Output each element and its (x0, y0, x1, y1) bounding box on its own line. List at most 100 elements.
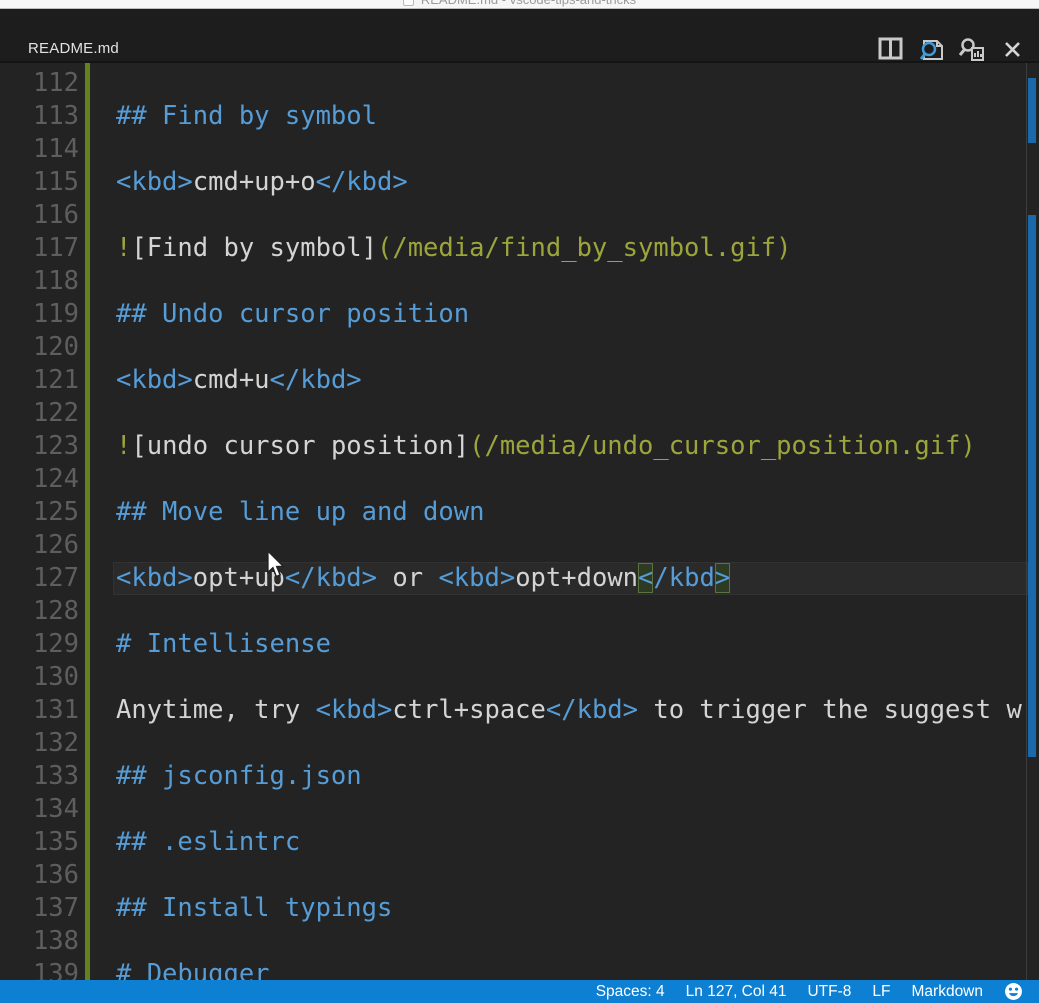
line-number[interactable]: 137 (0, 892, 79, 925)
line-number[interactable]: 127 (0, 562, 79, 595)
code-token: <kbd> (438, 563, 515, 593)
editor-line[interactable]: 122 (0, 397, 1039, 430)
line-number[interactable]: 131 (0, 694, 79, 727)
editor-line[interactable]: 135 ## .eslintrc (0, 826, 1039, 859)
feedback-smiley-button[interactable] (1004, 982, 1023, 1001)
editor-line[interactable]: 119 ## Undo cursor position (0, 298, 1039, 331)
overview-ruler-border (1026, 63, 1027, 980)
line-number[interactable]: 135 (0, 826, 79, 859)
editor-line[interactable]: 128 (0, 595, 1039, 628)
split-editor-button[interactable] (878, 37, 903, 65)
line-number[interactable]: 138 (0, 925, 79, 958)
editor-line[interactable]: 123 ![undo cursor position](/media/undo_c… (0, 430, 1039, 463)
line-number[interactable]: 125 (0, 496, 79, 529)
line-text[interactable] (116, 793, 1039, 826)
line-number[interactable]: 114 (0, 133, 79, 166)
line-text[interactable]: <kbd>cmd+up+o</kbd> (116, 166, 1039, 199)
editor-line[interactable]: 133 ## jsconfig.json (0, 760, 1039, 793)
line-text[interactable] (116, 727, 1039, 760)
line-text[interactable] (116, 529, 1039, 562)
line-number[interactable]: 122 (0, 397, 79, 430)
status-cursor-position[interactable]: Ln 127, Col 41 (686, 980, 787, 1003)
line-text[interactable] (116, 595, 1039, 628)
line-text[interactable]: ## Undo cursor position (116, 298, 1039, 331)
editor-line[interactable]: 112 (0, 67, 1039, 100)
editor-line[interactable]: 136 (0, 859, 1039, 892)
line-text[interactable]: # Intellisense (116, 628, 1039, 661)
editor-line[interactable]: 117 ![Find by symbol](/media/find_by_symb… (0, 232, 1039, 265)
line-number[interactable]: 128 (0, 595, 79, 628)
editor-line[interactable]: 113 ## Find by symbol (0, 100, 1039, 133)
line-number[interactable]: 117 (0, 232, 79, 265)
editor-line[interactable]: 127 <kbd>opt+up</kbd> or <kbd>opt+down</k… (0, 562, 1039, 595)
status-encoding[interactable]: UTF-8 (807, 980, 851, 1003)
editor-line[interactable]: 138 (0, 925, 1039, 958)
close-icon (1003, 40, 1022, 59)
line-text[interactable]: <kbd>cmd+u</kbd> (116, 364, 1039, 397)
editor-line[interactable]: 125 ## Move line up and down (0, 496, 1039, 529)
editor-line[interactable]: 114 (0, 133, 1039, 166)
editor-line[interactable]: 126 (0, 529, 1039, 562)
status-indentation[interactable]: Spaces: 4 (596, 980, 665, 1003)
editor-line[interactable]: 129 # Intellisense (0, 628, 1039, 661)
editor-line[interactable]: 121 <kbd>cmd+u</kbd> (0, 364, 1039, 397)
line-text[interactable]: ## Move line up and down (116, 496, 1039, 529)
close-editor-button[interactable] (1003, 40, 1022, 64)
line-number[interactable]: 133 (0, 760, 79, 793)
editor-line[interactable]: 118 (0, 265, 1039, 298)
line-number[interactable]: 116 (0, 199, 79, 232)
editor-line[interactable]: 137 ## Install typings (0, 892, 1039, 925)
line-text[interactable]: ## .eslintrc (116, 826, 1039, 859)
tab-readme[interactable]: README.md (28, 40, 119, 57)
line-number[interactable]: 134 (0, 793, 79, 826)
line-text[interactable] (116, 397, 1039, 430)
line-text[interactable] (116, 265, 1039, 298)
line-text[interactable] (116, 859, 1039, 892)
line-text[interactable] (116, 661, 1039, 694)
line-number[interactable]: 129 (0, 628, 79, 661)
editor-line[interactable]: 131 Anytime, try <kbd>ctrl+space</kbd> to… (0, 694, 1039, 727)
editor-line[interactable]: 116 (0, 199, 1039, 232)
editor-line[interactable]: 115 <kbd>cmd+up+o</kbd> (0, 166, 1039, 199)
line-text[interactable] (116, 199, 1039, 232)
line-text[interactable]: ![undo cursor position](/media/undo_curs… (116, 430, 1039, 463)
line-number[interactable]: 120 (0, 331, 79, 364)
line-number[interactable]: 123 (0, 430, 79, 463)
line-number[interactable]: 132 (0, 727, 79, 760)
line-number[interactable]: 112 (0, 67, 79, 100)
line-text[interactable] (116, 133, 1039, 166)
code-token: </kbd> (285, 563, 377, 593)
line-text[interactable]: ![Find by symbol](/media/find_by_symbol.… (116, 232, 1039, 265)
editor-line[interactable]: 120 (0, 331, 1039, 364)
line-text[interactable]: Anytime, try <kbd>ctrl+space</kbd> to tr… (116, 694, 1039, 727)
line-number[interactable]: 118 (0, 265, 79, 298)
macos-titlebar: README.md - vscode-tips-and-tricks (0, 0, 1039, 9)
editor-line[interactable]: 130 (0, 661, 1039, 694)
code-token: ## .eslintrc (116, 827, 300, 857)
line-number[interactable]: 124 (0, 463, 79, 496)
split-editor-icon (878, 37, 903, 60)
line-text[interactable] (116, 463, 1039, 496)
line-text[interactable]: <kbd>opt+up</kbd> or <kbd>opt+down</kbd> (116, 562, 1039, 595)
editor-line[interactable]: 132 (0, 727, 1039, 760)
open-preview-icon (917, 37, 947, 63)
code-token: <kbd> (316, 695, 393, 725)
line-number[interactable]: 113 (0, 100, 79, 133)
line-number[interactable]: 119 (0, 298, 79, 331)
line-text[interactable] (116, 67, 1039, 100)
status-eol[interactable]: LF (872, 980, 890, 1003)
status-language-mode[interactable]: Markdown (912, 980, 984, 1003)
editor-line[interactable]: 124 (0, 463, 1039, 496)
line-number[interactable]: 130 (0, 661, 79, 694)
line-number[interactable]: 136 (0, 859, 79, 892)
line-number[interactable]: 121 (0, 364, 79, 397)
line-text[interactable]: ## jsconfig.json (116, 760, 1039, 793)
line-text[interactable] (116, 925, 1039, 958)
line-text[interactable]: ## Find by symbol (116, 100, 1039, 133)
line-number[interactable]: 126 (0, 529, 79, 562)
line-number[interactable]: 115 (0, 166, 79, 199)
line-text[interactable] (116, 331, 1039, 364)
editor-line[interactable]: 134 (0, 793, 1039, 826)
editor[interactable]: 112113 ## Find by symbol 114115 <kbd>cmd+up… (0, 63, 1039, 1003)
line-text[interactable]: ## Install typings (116, 892, 1039, 925)
